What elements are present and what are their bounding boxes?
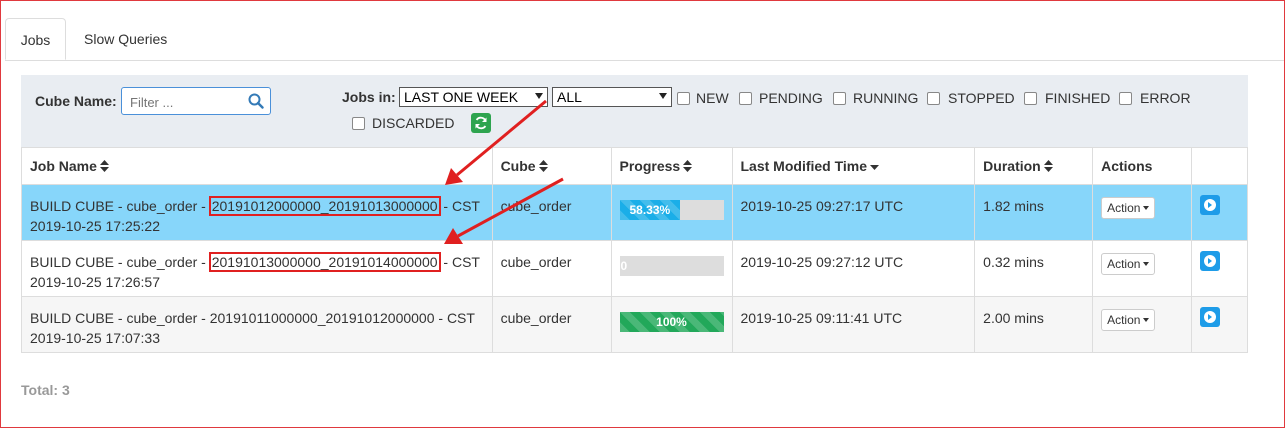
cube-cell: cube_order (491, 184, 612, 241)
duration-cell: 0.32 mins (974, 240, 1094, 297)
segment-text: 20191011000000_20191012000000 (209, 310, 435, 326)
chevron-right-icon (1204, 199, 1217, 211)
sort-icon (1043, 160, 1053, 172)
cube-filter-input[interactable] (128, 89, 252, 115)
cube-filter-input-box[interactable] (121, 87, 271, 115)
action-dropdown-button[interactable]: Action (1101, 253, 1156, 275)
caret-down-icon (1143, 206, 1150, 210)
checkbox-finished[interactable] (1024, 92, 1037, 105)
tab-slow-queries[interactable]: Slow Queries (84, 18, 167, 60)
actions-cell: Action (1092, 296, 1193, 353)
checkbox-new[interactable] (677, 92, 690, 105)
checkbox-error[interactable] (1119, 92, 1132, 105)
cube-cell: cube_order (491, 296, 612, 353)
last-modified-cell: 2019-10-25 09:27:17 UTC (731, 184, 976, 241)
status-label-new: NEW (696, 90, 729, 106)
detail-cell (1191, 296, 1248, 353)
header-actions: Actions (1092, 147, 1193, 185)
chevron-right-icon (1204, 255, 1217, 267)
cube-name-label: Cube Name: (35, 93, 117, 109)
details-button[interactable] (1200, 195, 1221, 215)
checkbox-pending[interactable] (739, 92, 752, 105)
action-dropdown-button[interactable]: Action (1101, 197, 1156, 219)
chevron-down-icon (659, 93, 667, 99)
last-modified-cell: 2019-10-25 09:11:41 UTC (731, 296, 976, 353)
search-icon[interactable] (248, 93, 264, 109)
progress-bar: 0 (619, 256, 724, 276)
jobs-in-label: Jobs in: (342, 89, 396, 105)
sort-icon (683, 160, 693, 172)
progress-cell: 0 (610, 240, 733, 297)
table-row[interactable]: BUILD CUBE - cube_order - 20191012000000… (21, 184, 1248, 241)
sort-desc-icon (870, 165, 880, 170)
project-select[interactable]: ALL (552, 87, 672, 107)
progress-cell: 58.33% (610, 184, 733, 241)
action-dropdown-button[interactable]: Action (1101, 309, 1156, 331)
checkbox-discarded[interactable] (352, 117, 365, 130)
job-name-cell: BUILD CUBE - cube_order - 20191013000000… (21, 240, 493, 297)
details-button[interactable] (1200, 251, 1221, 271)
sort-icon (99, 160, 109, 172)
tab-bar: Jobs Slow Queries (5, 18, 1284, 61)
status-label-discarded: DISCARDED (372, 115, 455, 131)
tab-jobs[interactable]: Jobs (5, 18, 66, 60)
jobs-table: Job Name Cube Progress Last Modified Tim… (21, 147, 1248, 353)
segment-highlight: 20191013000000_20191014000000 (208, 252, 441, 272)
chevron-right-icon (1204, 311, 1217, 323)
last-modified-cell: 2019-10-25 09:27:12 UTC (731, 240, 976, 297)
actions-cell: Action (1092, 184, 1193, 241)
table-row[interactable]: BUILD CUBE - cube_order - 20191011000000… (21, 296, 1248, 353)
project-value: ALL (557, 89, 582, 105)
duration-cell: 1.82 mins (974, 184, 1094, 241)
checkbox-running[interactable] (833, 92, 846, 105)
status-label-running: RUNNING (853, 90, 919, 106)
refresh-button[interactable] (471, 113, 491, 133)
table-row[interactable]: BUILD CUBE - cube_order - 20191013000000… (21, 240, 1248, 297)
job-name-cell: BUILD CUBE - cube_order - 20191011000000… (21, 296, 493, 353)
status-label-finished: FINISHED (1045, 90, 1111, 106)
refresh-icon (475, 116, 487, 130)
header-duration[interactable]: Duration (974, 147, 1094, 185)
filter-bar: Cube Name: Jobs in: LAST ONE WEEK ALL NE… (21, 75, 1248, 147)
progress-cell: 100% (610, 296, 733, 353)
header-last-modified[interactable]: Last Modified Time (731, 147, 976, 185)
detail-cell (1191, 240, 1248, 297)
cube-cell: cube_order (491, 240, 612, 297)
progress-label: 0 (620, 259, 628, 273)
actions-cell: Action (1092, 240, 1193, 297)
status-label-pending: PENDING (759, 90, 823, 106)
total-count: Total: 3 (21, 382, 70, 398)
details-button[interactable] (1200, 307, 1221, 327)
checkbox-stopped[interactable] (927, 92, 940, 105)
time-range-value: LAST ONE WEEK (404, 89, 519, 105)
time-range-select[interactable]: LAST ONE WEEK (399, 87, 548, 107)
sort-icon (538, 160, 548, 172)
caret-down-icon (1143, 262, 1150, 266)
progress-label: 100% (656, 315, 687, 329)
header-cube[interactable]: Cube (491, 147, 612, 185)
duration-cell: 2.00 mins (974, 296, 1094, 353)
progress-label: 58.33% (629, 203, 671, 217)
status-label-error: ERROR (1140, 90, 1191, 106)
progress-bar: 58.33% (619, 200, 724, 220)
chevron-down-icon (535, 93, 543, 99)
header-job-name[interactable]: Job Name (21, 147, 493, 185)
header-detail (1191, 147, 1248, 185)
segment-highlight: 20191012000000_20191013000000 (208, 196, 441, 216)
detail-cell (1191, 184, 1248, 241)
progress-bar: 100% (619, 312, 724, 332)
status-label-stopped: STOPPED (948, 90, 1015, 106)
caret-down-icon (1143, 318, 1150, 322)
header-progress[interactable]: Progress (610, 147, 733, 185)
table-header-row: Job Name Cube Progress Last Modified Tim… (21, 147, 1248, 185)
job-name-cell: BUILD CUBE - cube_order - 20191012000000… (21, 184, 493, 241)
